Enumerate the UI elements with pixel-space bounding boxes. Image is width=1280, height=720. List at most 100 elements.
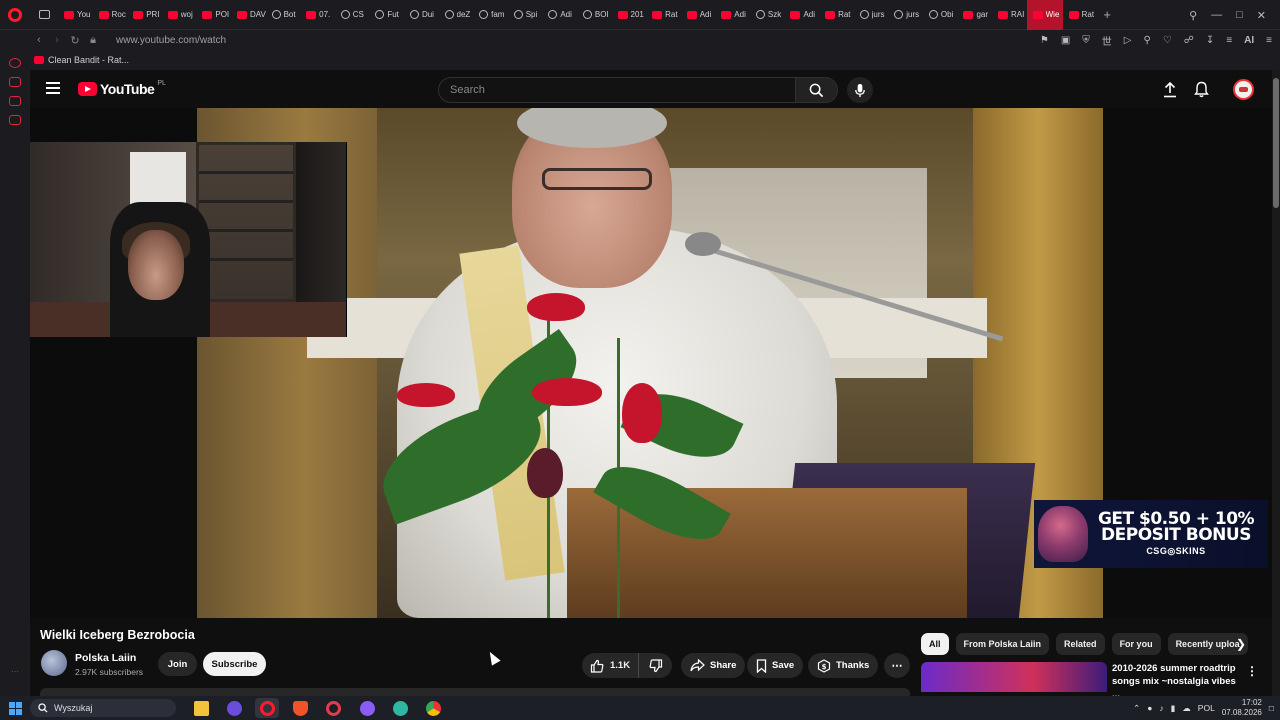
edge-icon[interactable] [388,698,412,718]
thanks-button[interactable]: $ Thanks [808,653,879,678]
browser-tab[interactable]: Rat [819,0,854,30]
browser-tab[interactable]: woj [162,0,197,30]
network-icon[interactable]: ☁ [1182,703,1191,714]
channel-avatar[interactable] [41,650,67,676]
browser-tab[interactable]: BOI [577,0,612,30]
tray-overflow-icon[interactable]: ⌃ [1133,703,1140,714]
voice-search-button[interactable] [847,77,873,103]
browser-tab[interactable]: Dui [404,0,439,30]
minimize-button[interactable]: — [1211,9,1222,21]
share-button[interactable]: Share [681,653,746,678]
dislike-button[interactable] [639,653,672,678]
browser-tab[interactable]: You [58,0,93,30]
url-field[interactable]: www.youtube.com/watch [116,35,226,46]
browser-tab[interactable]: Rat [1063,0,1098,30]
close-window-button[interactable]: ✕ [1257,9,1266,22]
search-input[interactable]: Search [438,77,796,103]
browser-tab[interactable]: 201 [612,0,647,30]
notifications-button[interactable] [1194,81,1209,103]
shield-icon[interactable]: ⛨ [1082,35,1090,46]
subscribe-button[interactable]: Subscribe [203,652,266,676]
volume-icon[interactable]: ♪ [1159,703,1163,713]
browser-tab[interactable]: Obi [923,0,958,30]
browser-tab[interactable]: Roc [93,0,128,30]
create-upload-button[interactable] [1162,81,1178,103]
new-tab-button[interactable]: + [1097,7,1117,22]
opera-logo-icon[interactable] [0,0,30,30]
browser-tab[interactable]: CS [335,0,370,30]
maximize-button[interactable]: □ [1236,9,1243,21]
browser-tab[interactable]: Spi [508,0,543,30]
hamburger-menu-icon[interactable] [46,82,60,96]
browser-tab[interactable]: Wie [1026,0,1063,30]
player-icon[interactable]: ▷ [1124,35,1132,46]
back-button-icon[interactable]: ‹ [30,34,48,46]
browser-tab[interactable]: Adi [784,0,819,30]
language-indicator[interactable]: POL [1198,703,1215,713]
like-button[interactable]: 1.1K [582,653,639,678]
browser-tab[interactable]: jurs [854,0,889,30]
windows-start-icon[interactable] [0,696,30,720]
description-box[interactable] [40,688,910,696]
browser-tab[interactable]: Adi [715,0,750,30]
browser-tab[interactable]: DAV [231,0,266,30]
notifications-icon[interactable]: □ [1269,703,1274,713]
translate-icon[interactable]: 世 [1102,33,1112,48]
aria-ai-icon[interactable]: AI [1244,35,1254,46]
tab-search-button-icon[interactable]: ⚲ [1189,9,1197,22]
account-avatar[interactable] [1233,79,1254,100]
browser-tab[interactable]: gar [957,0,992,30]
download-icon[interactable]: ↧ [1206,35,1214,46]
history-icon[interactable] [9,58,21,68]
search-button[interactable] [796,77,838,103]
browser-tab[interactable]: Szk [750,0,785,30]
sidebar-more-icon[interactable]: ⋯ [0,667,30,676]
tab-search-icon[interactable] [30,10,58,19]
video-player[interactable]: GET $0.50 + 10% DEPOSIT BONUS CSG◎SKINS [30,108,1280,618]
messenger-icon[interactable] [9,96,21,106]
opera-gx-icon[interactable] [321,698,345,718]
browser-tab[interactable]: RAI [992,0,1027,30]
join-button[interactable]: Join [158,652,197,676]
battery-icon[interactable]: ▮ [1171,703,1176,714]
channel-name[interactable]: Polska Laiin [75,652,136,664]
forward-button-icon[interactable]: › [48,34,66,46]
snapshot-icon[interactable]: ▣ [1061,35,1070,46]
more-actions-icon[interactable]: ⋯ [884,653,910,678]
filter-chip[interactable]: Related [1056,633,1105,655]
bag-icon[interactable] [9,77,21,87]
browser-tab[interactable]: deZ [439,0,474,30]
music-icon[interactable] [9,115,21,125]
reload-button-icon[interactable]: ↻ [66,34,84,47]
app-icon-blue[interactable] [222,698,246,718]
chrome-icon[interactable] [421,698,445,718]
kebab-menu-icon[interactable]: ⋮ [1246,664,1258,678]
chevron-right-icon[interactable]: ❯ [1236,637,1250,651]
page-scrollbar-thumb[interactable] [1273,78,1279,208]
browser-tab[interactable]: fam [473,0,508,30]
microphone-icon[interactable]: ● [1147,703,1152,713]
browser-tab[interactable]: Adi [681,0,716,30]
clock[interactable]: 17:02 07.08.2026 [1222,698,1262,718]
save-button[interactable]: Save [747,653,804,678]
sponsored-ad-overlay[interactable]: GET $0.50 + 10% DEPOSIT BONUS CSG◎SKINS [1034,500,1268,568]
extensions-icon[interactable]: ☍ [1184,35,1194,46]
browser-tab[interactable]: jurs [888,0,923,30]
browser-tab[interactable]: Fut [369,0,404,30]
brave-icon[interactable] [288,698,312,718]
search-icon[interactable]: ⚲ [1143,35,1150,46]
browser-tab[interactable]: Bot [266,0,301,30]
file-explorer-icon[interactable] [189,698,213,718]
opera-taskbar-icon[interactable] [255,698,279,718]
bookmark-item[interactable]: Clean Bandit - Rat... [48,55,129,65]
menu-icon[interactable]: ≡ [1266,35,1272,46]
easy-setup-icon[interactable]: ≡ [1226,35,1232,46]
filter-chip[interactable]: All [921,633,949,655]
browser-tab[interactable]: PRI [127,0,162,30]
taskbar-search[interactable]: Wyszukaj [30,699,176,717]
filter-chip[interactable]: From Polska Laiin [955,633,1050,655]
browser-tab[interactable]: Adi [542,0,577,30]
browser-tab[interactable]: Rat [646,0,681,30]
browser-tab[interactable]: 07. [300,0,335,30]
app-icon-purple[interactable] [355,698,379,718]
